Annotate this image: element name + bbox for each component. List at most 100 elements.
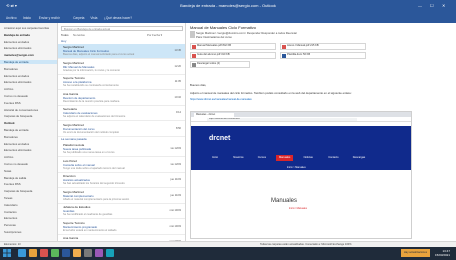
filter-all[interactable]: Todos: [61, 33, 68, 37]
body-link[interactable]: https://www.drcnet.es/manuales/manual-de…: [190, 98, 252, 101]
maximize-button[interactable]: ☐: [430, 3, 434, 8]
update-notification[interactable]: Hay actualizaciones: [400, 249, 430, 257]
folder-item[interactable]: Carpetas de búsqueda: [4, 189, 56, 193]
message-date: 13:45: [174, 49, 182, 52]
folder-item[interactable]: Suscripciones: [4, 230, 56, 234]
attachment-2[interactable]: Anexo I Manual.pdf 215 KB: [280, 43, 366, 50]
list-item[interactable]: Sergio Martínez RE: Manual de Manuales Gra…: [58, 60, 185, 75]
taskbar-app-icon[interactable]: [62, 249, 70, 257]
folder-item[interactable]: Historial de conversaciones: [4, 108, 56, 112]
list-item[interactable]: Secretaría Calendario de evaluaciones Se a…: [58, 106, 185, 121]
ribbon-tab[interactable]: Archivo: [6, 16, 17, 20]
list-item[interactable]: Sergio Martínez Material complementario Añ…: [58, 189, 185, 204]
list-item[interactable]: Sergio Martínez Manual de Manuales Ciclo …: [58, 44, 185, 59]
windows-start-icon[interactable]: [3, 249, 11, 257]
list-group-header[interactable]: Hoy: [61, 39, 181, 43]
folder-item[interactable]: Elementos eliminados: [4, 80, 56, 84]
taskbar-app-icon[interactable]: [106, 249, 114, 257]
folder-item[interactable]: Elementos eliminados: [4, 46, 56, 50]
message-preview: Se ha restablecido su contraseña correct…: [63, 84, 119, 87]
body-paragraph: Adjunto el manual de manuales del ciclo …: [190, 91, 352, 95]
embedded-browser-screenshot: Manuales - drcnet https://www.drcnet.es/…: [190, 111, 412, 239]
message-preview: El servidor estará en mantenimiento el s…: [63, 228, 117, 232]
minimize-button[interactable]: —: [418, 3, 422, 8]
site-subheading: Inicio / Manuales: [289, 207, 307, 210]
taskbar-app-icon[interactable]: [29, 249, 37, 257]
message-date: jue 11/03: [170, 178, 181, 181]
folder-item[interactable]: Fuentes RSS: [4, 101, 56, 105]
list-item[interactable]: Soporte Técnico Acceso a la plataforma Se …: [58, 75, 185, 90]
list-item[interactable]: Jefatura de Estudios Guardias Se ha modifi…: [58, 204, 185, 219]
folder-item[interactable]: Elementos: [4, 216, 56, 220]
folder-item[interactable]: Tareas: [4, 196, 56, 200]
list-item[interactable]: Soporte Técnico Mantenimiento programado E…: [58, 220, 185, 235]
site-nav-item: Noticias: [303, 156, 313, 159]
message-preview: Se ha modificado el cuadrante de guardia…: [63, 213, 113, 216]
folder-item[interactable]: Borradores: [4, 135, 56, 139]
list-item[interactable]: Sergio Martínez Documentación del curso Os…: [58, 122, 185, 137]
list-item[interactable]: Luis Pérez Consulta sobre el manual Tengo …: [58, 158, 185, 173]
site-nav-item: Descargas: [352, 156, 366, 159]
list-item[interactable]: Dirección Horarios actualizados Se han act…: [58, 173, 185, 188]
windows-taskbar: Hay actualizaciones 13:47 15/03/2021: [0, 247, 456, 260]
folder-item[interactable]: Bandeja de salida: [4, 176, 56, 180]
taskbar-app-icon[interactable]: [51, 249, 59, 257]
message-preview: Se adjunta el calendario de evaluaciones…: [63, 115, 126, 118]
folder-item[interactable]: Carpetas de búsqueda: [4, 114, 56, 118]
attachment-3[interactable]: Guía del alumno.pdf 310 KB: [190, 52, 276, 59]
ribbon-tab[interactable]: Inicio: [23, 16, 30, 20]
reading-pane: Manual de Manuales Ciclo Formativo Sergi…: [186, 23, 456, 245]
site-nav-item: Nosotros: [233, 156, 244, 159]
pdf-icon: [192, 54, 196, 58]
word-icon: [282, 54, 286, 58]
ribbon-tabs: Archivo Inicio Enviar y recibir Carpeta Vist…: [0, 14, 456, 23]
list-filters: Todos No leídos Por Fecha ▾: [61, 33, 183, 37]
taskbar-clock[interactable]: 13:47 15/03/2021: [435, 249, 450, 257]
close-button[interactable]: ✕: [442, 3, 445, 8]
folder-item[interactable]: Fuentes RSS: [4, 182, 56, 186]
browser-url: https://www.drcnet.es/manuales: [207, 118, 357, 121]
folder-item[interactable]: Archivo: [4, 87, 56, 91]
folder-item[interactable]: Archivo: [4, 155, 56, 159]
list-group-header[interactable]: La semana pasada: [61, 137, 181, 141]
taskbar-app-icon[interactable]: [84, 249, 92, 257]
site-nav-item: Contacto: [328, 156, 339, 159]
folder-group-header[interactable]: Bandeja de entrada: [4, 33, 56, 37]
folder-item[interactable]: Bandeja de entrada: [4, 128, 56, 132]
folder-item[interactable]: Elementos eliminados: [4, 148, 56, 152]
folder-item[interactable]: Elementos enviados: [4, 74, 56, 78]
folder-item[interactable]: Elementos enviados: [4, 40, 56, 44]
search-placeholder: Buscar en Bandeja de entrada actual: [64, 27, 111, 31]
message-date: 10:32: [174, 95, 182, 99]
taskbar-app-icon[interactable]: [40, 249, 48, 257]
folder-item[interactable]: Correo no deseado: [4, 94, 56, 98]
list-item[interactable]: Ana García Reunión de departamento Recorda…: [58, 91, 185, 106]
ribbon-tab[interactable]: Vista: [90, 16, 97, 20]
search-input[interactable]: Buscar en Bandeja de entrada actual: [61, 26, 183, 31]
sort-dropdown[interactable]: Por Fecha ▾: [147, 33, 162, 37]
quick-access-toolbar[interactable]: ⟲ ⇄ ▾: [6, 3, 17, 8]
taskbar-app-icon[interactable]: [95, 249, 103, 257]
download-all-button[interactable]: Descargar todos (4): [190, 61, 250, 68]
title-bar: ⟲ ⇄ ▾ Bandeja de entrada - mamoles@sergi…: [0, 0, 456, 14]
folder-item[interactable]: Bandeja de entrada: [0, 60, 57, 64]
folder-item[interactable]: Notas: [4, 169, 56, 173]
taskbar-app-icon[interactable]: [18, 249, 26, 257]
folder-item[interactable]: Elementos enviados: [4, 142, 56, 146]
folder-item[interactable]: Arrastrar aquí sus carpetas favoritas: [4, 26, 56, 30]
list-item[interactable]: Plataforma Aula Nueva tarea publicada Se h…: [58, 142, 185, 157]
filter-unread[interactable]: No leídos: [73, 33, 85, 37]
attachment-4[interactable]: Plantilla.docx 56 KB: [280, 52, 366, 59]
ribbon-tab[interactable]: ¿Qué desea hacer?: [104, 16, 132, 20]
folder-item[interactable]: Contactos: [4, 210, 56, 214]
ribbon-tab[interactable]: Enviar y recibir: [39, 16, 60, 20]
folder-group-header[interactable]: Outlook: [4, 121, 56, 125]
folder-group-header[interactable]: mamoles@sergio.com: [4, 53, 56, 57]
ribbon-tab[interactable]: Carpeta: [73, 16, 84, 20]
attachment-1[interactable]: Manual Manuales.pdf 842 KB: [190, 43, 276, 50]
folder-item[interactable]: Personas: [4, 223, 56, 227]
folder-item[interactable]: Borradores: [4, 67, 56, 71]
taskbar-app-icon[interactable]: [73, 249, 81, 257]
folder-item[interactable]: Calendario: [4, 203, 56, 207]
folder-item[interactable]: Correo no deseado: [4, 162, 56, 166]
